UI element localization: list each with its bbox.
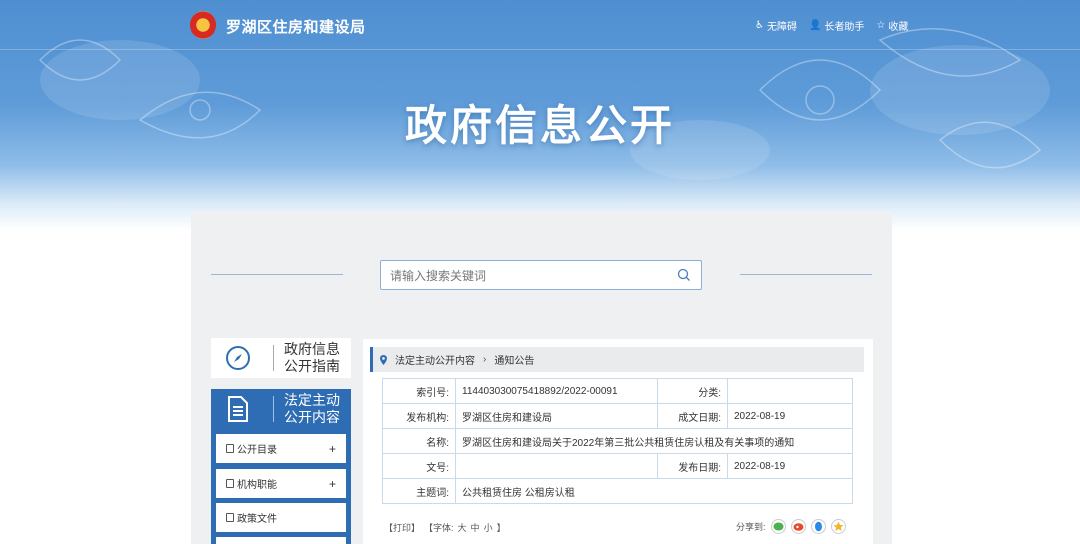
compass-icon (226, 346, 250, 370)
sidebar-item-policies[interactable]: 政策文件 (216, 503, 346, 532)
search-icon[interactable] (677, 268, 691, 282)
chevron-right-icon: › (483, 354, 487, 365)
content-label-line1: 法定主动 (284, 392, 340, 408)
expand-icon[interactable]: + (329, 442, 336, 456)
index-value: 114403030075418892/2022-00091 (455, 378, 658, 404)
file-icon (226, 513, 234, 522)
table-row: 发布机构: 罗湖区住房和建设局 成文日期: 2022-08-19 (382, 403, 853, 429)
file-icon (226, 479, 234, 488)
font-medium-button[interactable]: 中 (471, 521, 480, 534)
sidebar-guide-card[interactable]: 政府信息 公开指南 (211, 338, 351, 378)
breadcrumb: 法定主动公开内容 › 通知公告 (370, 347, 864, 372)
docno-label: 文号: (382, 453, 456, 479)
category-label: 分类: (657, 378, 728, 404)
national-emblem-icon (190, 11, 216, 39)
favorite-icon[interactable] (830, 519, 846, 534)
share-label: 分享到: (736, 522, 766, 532)
favorite-label: 收藏 (888, 22, 909, 33)
elder-icon: 👤 (808, 20, 822, 31)
name-value: 罗湖区住房和建设局关于2022年第三批公共租赁住房认租及有关事项的通知 (455, 428, 853, 454)
published-label: 发布日期: (657, 453, 728, 479)
header-banner: 罗湖区住房和建设局 ♿ 无障碍 👤 长者助手 ☆ 收藏 政府信息公开 (0, 0, 1080, 230)
top-bar: 罗湖区住房和建设局 ♿ 无障碍 👤 长者助手 ☆ 收藏 (0, 0, 1080, 50)
font-large-button[interactable]: 大 (458, 521, 467, 534)
content-label-line2: 公开内容 (284, 409, 340, 425)
accessibility-icon: ♿ (755, 20, 764, 31)
table-row: 文号: 发布日期: 2022-08-19 (382, 453, 853, 479)
search-box (380, 260, 702, 290)
favorite-link[interactable]: ☆ 收藏 (876, 18, 908, 33)
published-value: 2022-08-19 (727, 453, 853, 479)
subject-value: 公共租赁住房 公租房认租 (455, 478, 853, 504)
search-divider-right (740, 274, 872, 275)
created-value: 2022-08-19 (727, 403, 853, 429)
guide-label-line1: 政府信息 (284, 341, 340, 357)
table-row: 主题词: 公共租赁住房 公租房认租 (382, 478, 853, 504)
docno-value (455, 453, 658, 479)
document-icon (228, 396, 248, 422)
category-value (727, 378, 853, 404)
org-value: 罗湖区住房和建设局 (455, 403, 658, 429)
subject-label: 主题词: (382, 478, 456, 504)
sidebar-item-functions[interactable]: 机构职能 + (216, 469, 346, 498)
qq-icon[interactable] (810, 519, 826, 534)
document-info-table: 索引号: 114403030075418892/2022-00091 分类: 发… (382, 378, 853, 504)
star-icon: ☆ (876, 20, 886, 31)
sidebar-item-directory[interactable]: 公开目录 + (216, 434, 346, 463)
org-label: 发布机构: (382, 403, 456, 429)
wechat-icon[interactable] (770, 519, 786, 534)
print-button[interactable]: 【打印】 (384, 521, 420, 534)
sidebar-item-label: 政策文件 (237, 514, 277, 525)
location-pin-icon (380, 354, 387, 365)
sidebar-content-card[interactable]: 法定主动 公开内容 (211, 389, 351, 429)
breadcrumb-current[interactable]: 通知公告 (494, 352, 534, 367)
created-label: 成文日期: (657, 403, 728, 429)
index-label: 索引号: (382, 378, 456, 404)
search-divider-left (211, 274, 343, 275)
weibo-icon[interactable] (790, 519, 806, 534)
font-size-suffix: 】 (496, 523, 506, 533)
accessibility-label: 无障碍 (766, 22, 797, 33)
sidebar-item-label: 公开目录 (237, 445, 277, 456)
page-tools: 【打印】 【字体: 大 中 小 】 (384, 521, 506, 534)
sidebar-item-label: 机构职能 (237, 480, 277, 491)
name-label: 名称: (382, 428, 456, 454)
sidebar-item-more[interactable] (216, 537, 346, 544)
font-size-prefix: 【字体: (424, 523, 454, 533)
table-row: 名称: 罗湖区住房和建设局关于2022年第三批公共租赁住房认租及有关事项的通知 (382, 428, 853, 454)
expand-icon[interactable]: + (329, 477, 336, 491)
search-input[interactable] (390, 267, 660, 284)
elder-assistant-link[interactable]: 👤 长者助手 (809, 18, 864, 33)
guide-label-line2: 公开指南 (284, 358, 340, 374)
sidebar-list: 公开目录 + 机构职能 + 政策文件 (211, 428, 351, 544)
table-row: 索引号: 114403030075418892/2022-00091 分类: (382, 378, 853, 404)
file-icon (226, 444, 234, 453)
elder-assistant-label: 长者助手 (824, 22, 865, 33)
breadcrumb-parent[interactable]: 法定主动公开内容 (395, 352, 475, 367)
share-bar: 分享到: (736, 519, 846, 534)
accessibility-link[interactable]: ♿ 无障碍 (755, 18, 797, 33)
font-small-button[interactable]: 小 (484, 521, 493, 534)
top-links: ♿ 无障碍 👤 长者助手 ☆ 收藏 (755, 18, 908, 33)
site-title[interactable]: 罗湖区住房和建设局 (226, 16, 366, 37)
hero-title: 政府信息公开 (404, 102, 675, 149)
